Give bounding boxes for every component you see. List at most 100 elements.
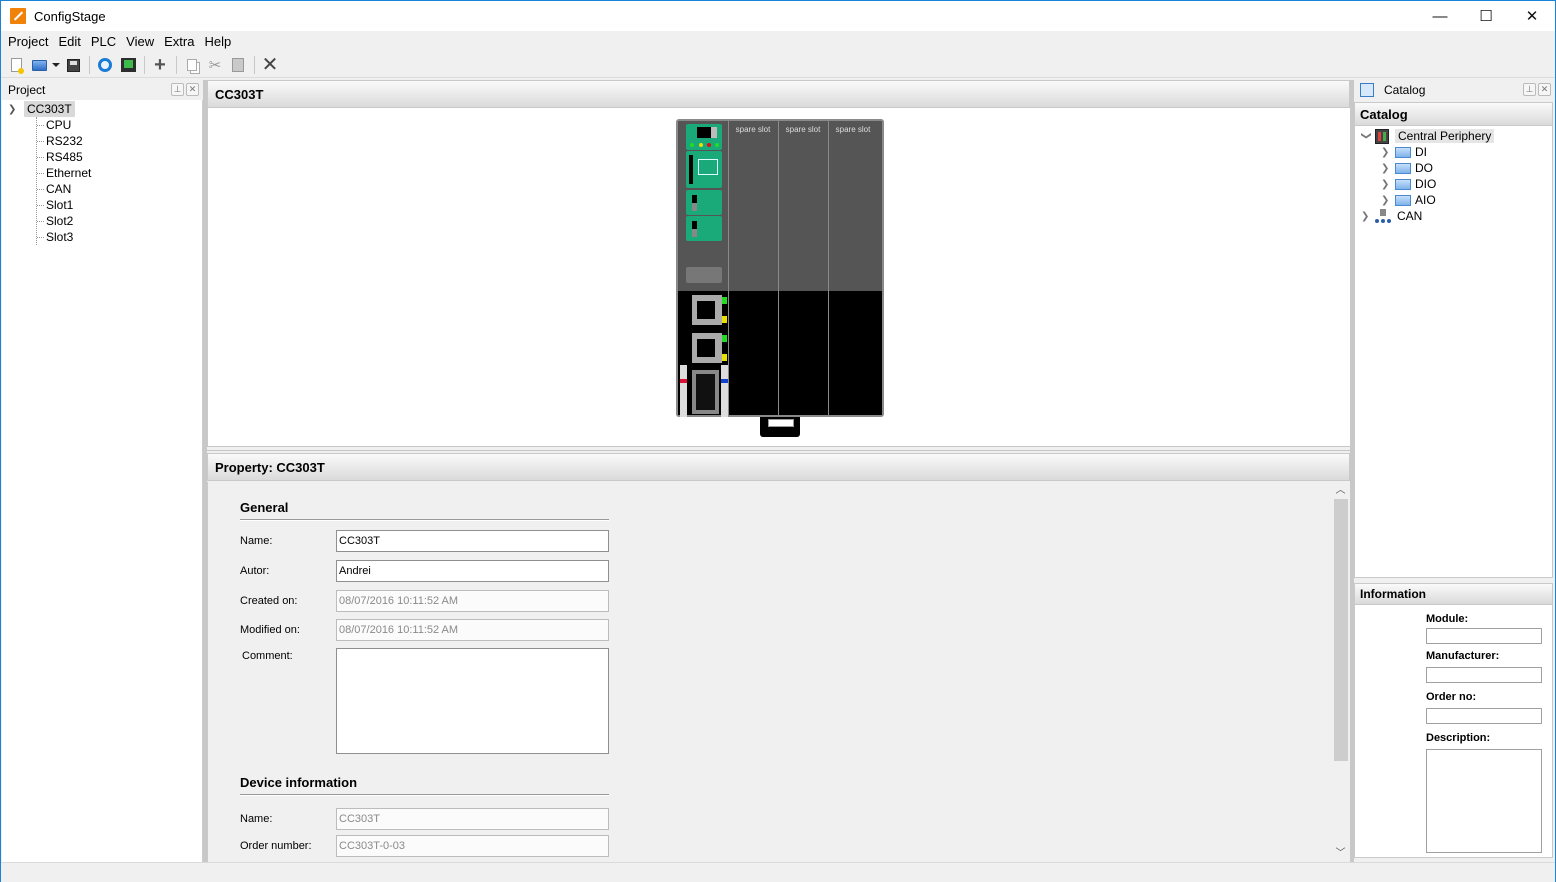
order-no-field[interactable] (1426, 708, 1542, 724)
toolbar-separator (144, 56, 145, 74)
pin-icon[interactable]: ⊥ (1523, 83, 1536, 96)
tree-item-cpu[interactable]: CPU (37, 117, 91, 133)
window-title: ConfigStage (34, 8, 106, 24)
pin-icon[interactable]: ⊥ (171, 83, 184, 96)
compile-button[interactable] (94, 54, 116, 76)
close-panel-icon[interactable]: ✕ (186, 83, 199, 96)
cut-button[interactable]: ✂ (204, 54, 226, 76)
device-view-header: CC303T (207, 80, 1350, 108)
download-button[interactable] (117, 54, 139, 76)
catalog-item-aio[interactable]: ❯ AIO (1381, 192, 1436, 208)
rack-icon (1375, 128, 1389, 144)
close-panel-icon[interactable]: ✕ (1538, 83, 1551, 96)
horizontal-splitter[interactable] (207, 446, 1350, 451)
folder-icon (1395, 178, 1411, 190)
tree-item-rs232[interactable]: RS232 (37, 133, 91, 149)
module-field[interactable] (1426, 628, 1542, 644)
toolbar-separator (176, 56, 177, 74)
slot1-label[interactable]: spare slot (729, 125, 777, 134)
catalog-item-label[interactable]: CAN (1397, 209, 1422, 223)
scroll-up-icon[interactable]: ︿ (1332, 482, 1349, 499)
minimize-button[interactable]: — (1417, 1, 1463, 31)
paste-button[interactable] (227, 54, 249, 76)
modified-on-label: Modified on: (240, 624, 300, 636)
tree-root-item[interactable]: ❯ CC303T (8, 101, 75, 117)
catalog-item-can[interactable]: ❯ CAN (1361, 208, 1422, 224)
add-button[interactable]: + (149, 54, 171, 76)
plc-device-image[interactable]: spare slot spare slot spare slot (676, 119, 884, 417)
slot3-label[interactable]: spare slot (829, 125, 877, 134)
tree-item-slot3[interactable]: Slot3 (37, 229, 91, 245)
scroll-down-icon[interactable]: ﹀ (1332, 845, 1349, 862)
app-window: ConfigStage — ☐ ✕ Project Edit PLC View … (0, 0, 1556, 882)
menu-view[interactable]: View (121, 31, 159, 52)
comment-textarea[interactable] (336, 648, 609, 754)
tree-item-slot1[interactable]: Slot1 (37, 197, 91, 213)
name-input[interactable] (336, 530, 609, 552)
menu-plc[interactable]: PLC (86, 31, 121, 52)
chevron-down-icon[interactable]: ❯ (1361, 131, 1372, 141)
tree-root-label[interactable]: CC303T (24, 101, 75, 117)
general-divider (240, 519, 609, 521)
tree-item-can[interactable]: CAN (37, 181, 91, 197)
chevron-right-icon[interactable]: ❯ (1361, 211, 1375, 222)
tree-children: CPU RS232 RS485 Ethernet CAN Slot1 Slot2… (36, 117, 91, 245)
catalog-item-do[interactable]: ❯ DO (1381, 160, 1433, 176)
copy-button[interactable] (181, 54, 203, 76)
terminal-label-strip (721, 365, 728, 417)
chevron-right-icon[interactable]: ❯ (1381, 147, 1395, 158)
catalog-item-label[interactable]: DO (1415, 161, 1433, 175)
scrollbar-thumb[interactable] (1334, 499, 1348, 761)
chevron-right-icon[interactable]: ❯ (1381, 163, 1395, 174)
menu-project[interactable]: Project (3, 31, 53, 52)
delete-button[interactable]: ✕ (259, 54, 281, 76)
property-scrollbar[interactable]: ︿ ﹀ (1332, 482, 1349, 862)
autor-input[interactable] (336, 560, 609, 582)
dip-switch-icon (692, 195, 697, 203)
close-window-button[interactable]: ✕ (1509, 1, 1555, 31)
dip-switch-icon (692, 221, 697, 229)
device-name-label: Name: (240, 813, 273, 825)
tree-item-rs485[interactable]: RS485 (37, 149, 91, 165)
property-title: Property: CC303T (215, 459, 325, 475)
menu-extra[interactable]: Extra (159, 31, 199, 52)
device-canvas[interactable]: spare slot spare slot spare slot (207, 108, 1350, 446)
tree-item-ethernet[interactable]: Ethernet (37, 165, 91, 181)
catalog-item-di[interactable]: ❯ DI (1381, 144, 1427, 160)
chevron-down-icon[interactable]: ❯ (8, 104, 20, 115)
catalog-item-label[interactable]: DIO (1415, 177, 1436, 191)
save-icon (66, 58, 80, 72)
catalog-item-central-periphery[interactable]: ❯ Central Periphery (1361, 128, 1495, 144)
created-on-input[interactable] (336, 590, 609, 612)
can-switch-block (686, 216, 722, 241)
chevron-right-icon[interactable]: ❯ (1381, 179, 1395, 190)
modified-on-input[interactable] (336, 619, 609, 641)
description-field[interactable] (1426, 749, 1542, 853)
device-name-input[interactable] (336, 808, 609, 830)
menu-edit[interactable]: Edit (53, 31, 85, 52)
catalog-item-label[interactable]: AIO (1415, 193, 1436, 207)
tree-item-slot2[interactable]: Slot2 (37, 213, 91, 229)
menu-help[interactable]: Help (199, 31, 236, 52)
chevron-right-icon[interactable]: ❯ (1381, 195, 1395, 206)
order-no-label: Order no: (1426, 691, 1477, 703)
save-button[interactable] (62, 54, 84, 76)
led-icon (721, 379, 728, 383)
slot2-label[interactable]: spare slot (779, 125, 827, 134)
order-number-input[interactable] (336, 835, 609, 857)
open-dropdown-button[interactable] (51, 54, 61, 76)
led-icon (699, 143, 703, 147)
center-area: CC303T spare slot spare slot spare slot (207, 80, 1350, 862)
open-file-button[interactable] (28, 54, 50, 76)
catalog-item-label[interactable]: DI (1415, 145, 1427, 159)
new-file-button[interactable] (5, 54, 27, 76)
plc-mount-clip (760, 417, 800, 437)
cpu-module[interactable] (678, 121, 728, 417)
device-info-heading: Device information (240, 775, 358, 790)
ethernet1-port (692, 295, 722, 325)
catalog-item-label[interactable]: Central Periphery (1395, 129, 1495, 143)
manufacturer-field[interactable] (1426, 667, 1542, 683)
catalog-panel: Catalog ⊥ ✕ Catalog ❯ Central Periphery … (1354, 80, 1555, 862)
catalog-item-dio[interactable]: ❯ DIO (1381, 176, 1436, 192)
maximize-button[interactable]: ☐ (1463, 1, 1509, 31)
